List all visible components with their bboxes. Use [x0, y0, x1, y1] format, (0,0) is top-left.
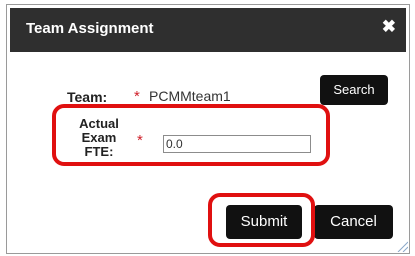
team-required-marker: * — [134, 88, 140, 105]
team-label: Team: — [67, 89, 108, 105]
cancel-button[interactable]: Cancel — [314, 205, 393, 239]
resize-grip-icon[interactable] — [396, 240, 408, 252]
fte-label-line2: Exam — [81, 130, 117, 145]
fte-required-marker: * — [137, 132, 143, 149]
close-icon[interactable]: ✖ — [382, 17, 396, 37]
fte-input[interactable] — [163, 135, 311, 153]
fte-label-line3: FTE: — [84, 144, 114, 159]
dialog-title: Team Assignment — [26, 20, 154, 37]
team-assignment-dialog: Team Assignment ✖ Team: * PCMMteam1 Sear… — [6, 4, 410, 254]
fte-label-line1: Actual — [79, 116, 119, 131]
submit-button[interactable]: Submit — [226, 205, 302, 239]
team-value: PCMMteam1 — [149, 88, 231, 104]
fte-label: Actual Exam FTE: — [73, 117, 125, 159]
search-button[interactable]: Search — [320, 75, 388, 105]
dialog-titlebar: Team Assignment ✖ — [7, 5, 409, 55]
